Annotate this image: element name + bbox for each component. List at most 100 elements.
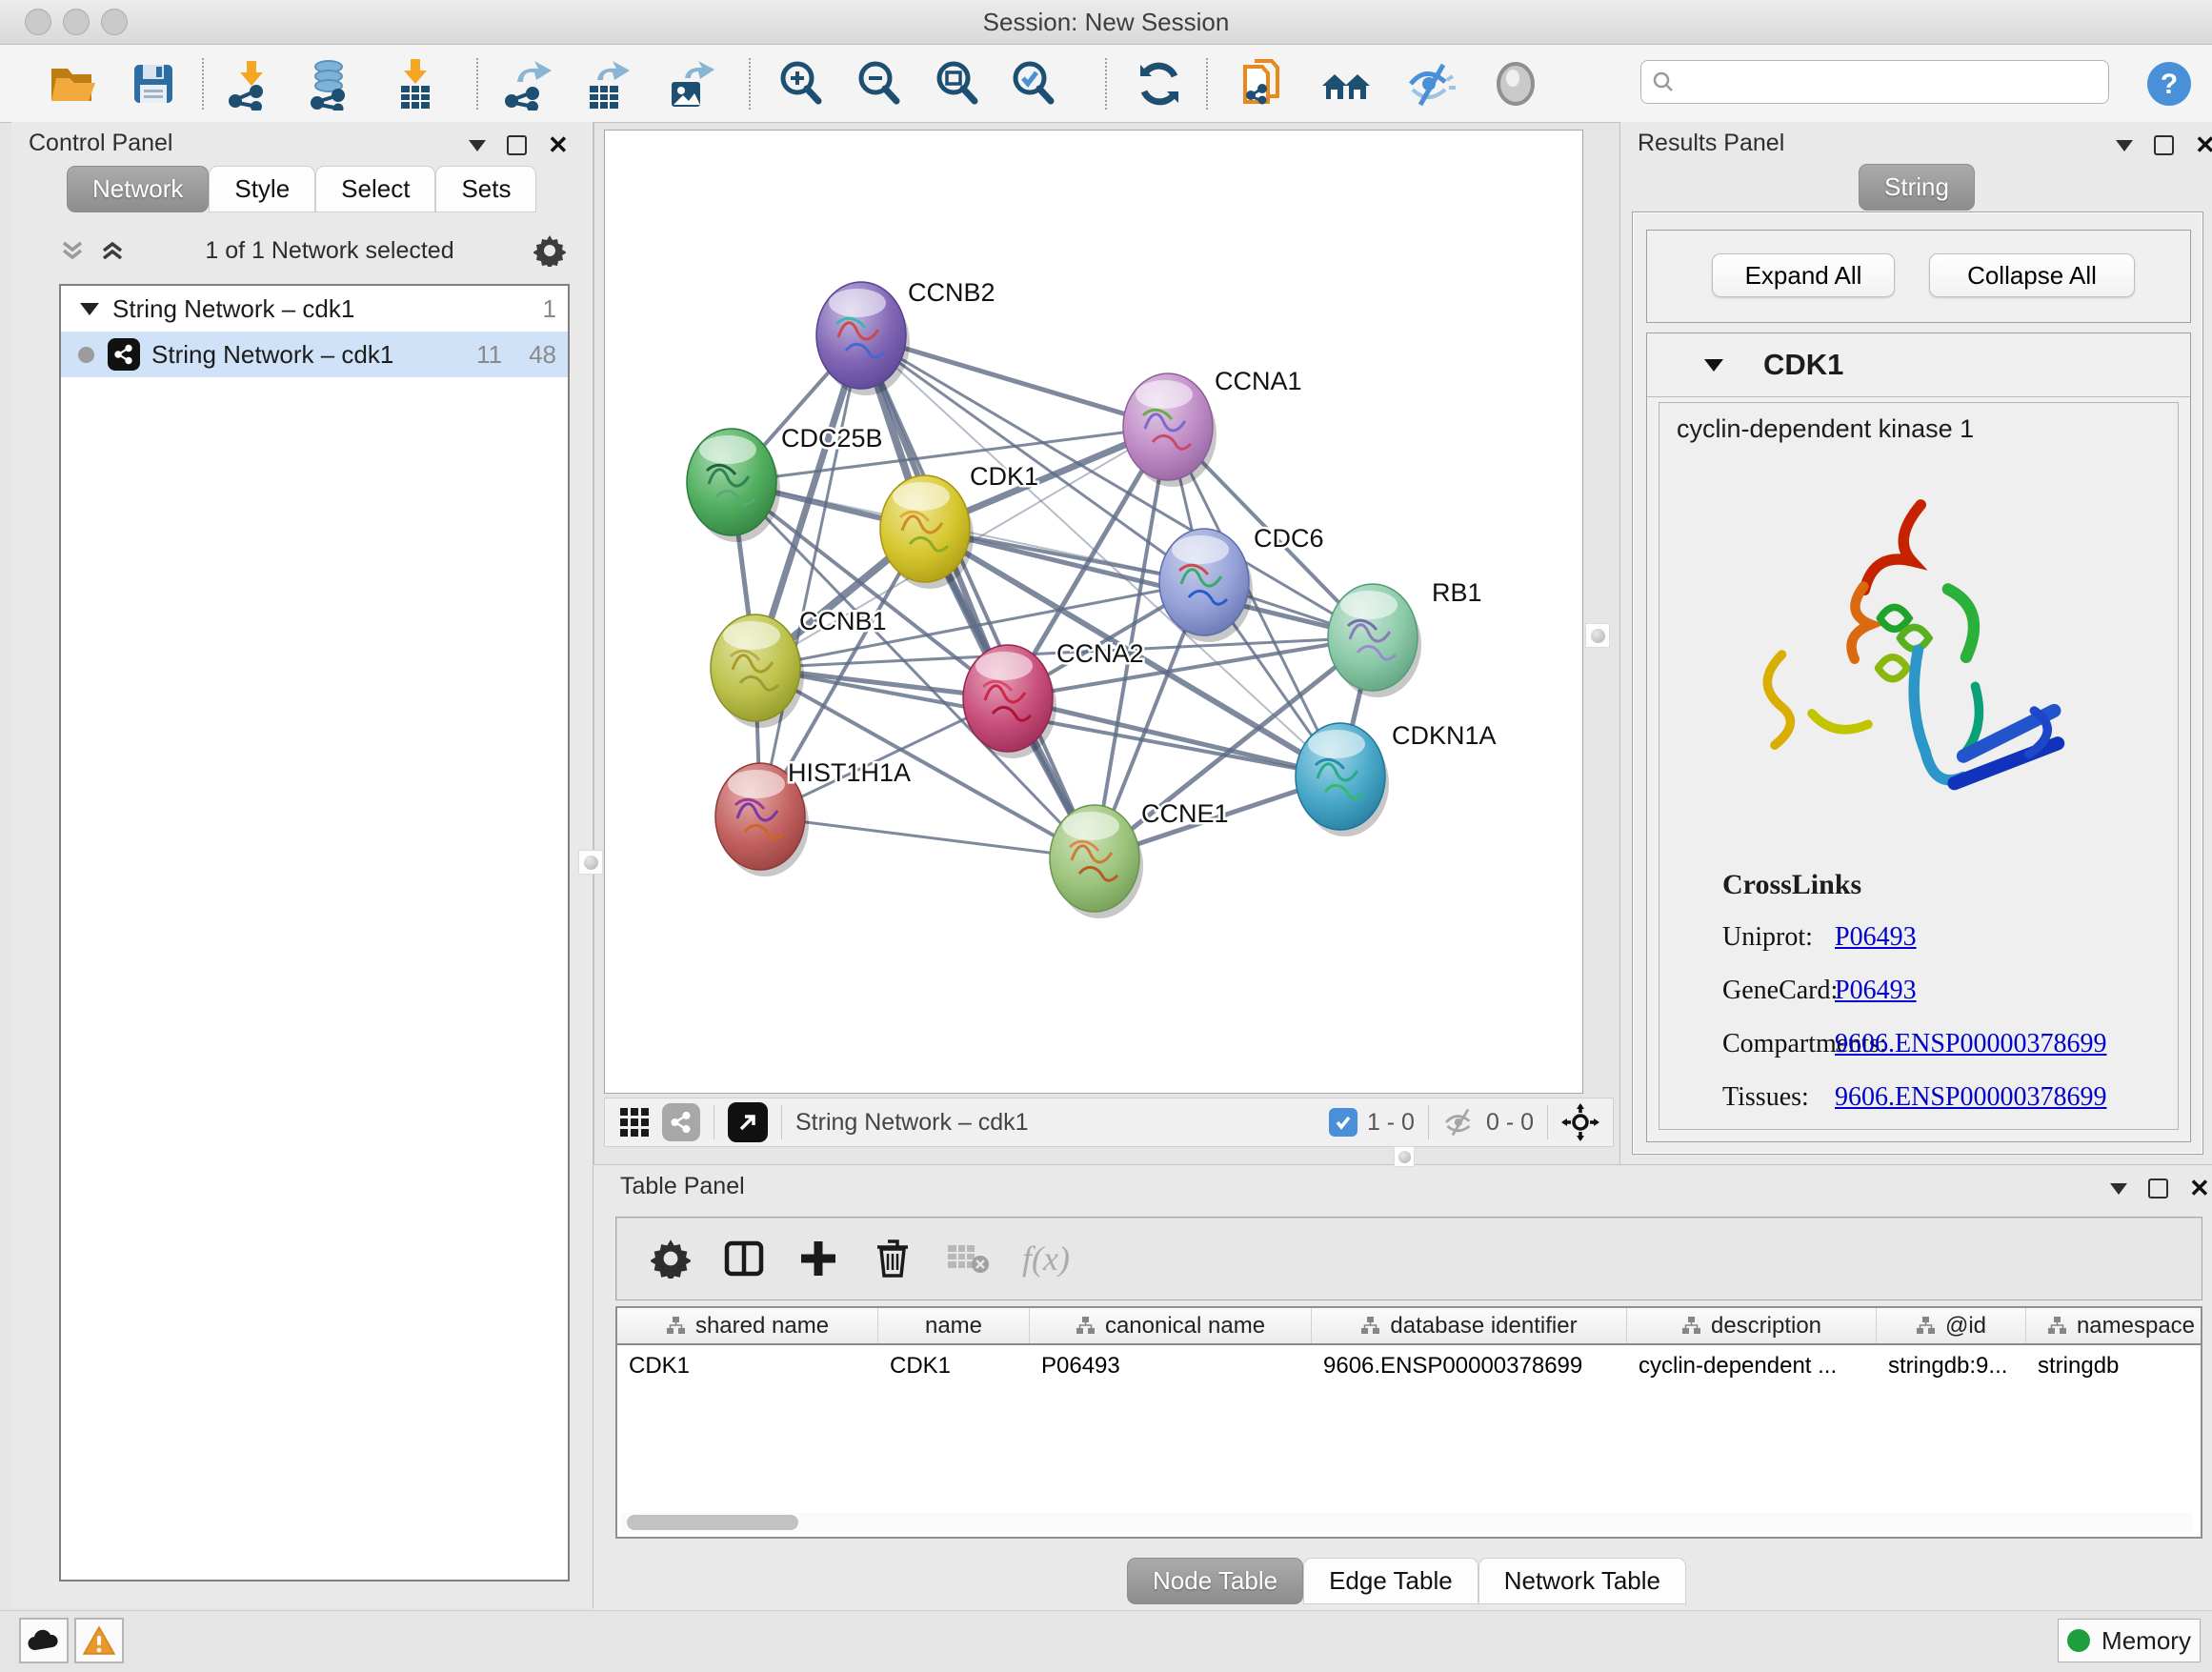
network-node-CCNA2[interactable]: CCNA2 [963,639,1144,758]
close-window-button[interactable] [25,9,51,35]
collapse-all-button[interactable]: Collapse All [1929,253,2135,297]
column-header-description[interactable]: description [1627,1308,1877,1343]
close-panel-icon[interactable]: ✕ [2189,1180,2210,1197]
tab-select[interactable]: Select [315,166,435,212]
network-node-CDKN1A[interactable]: CDKN1A [1296,721,1497,836]
network-node-HIST1H1A[interactable]: HIST1H1A [715,758,911,876]
network-edge[interactable] [1008,698,1340,776]
collapse-all-icon[interactable] [59,237,86,264]
crosslink-link[interactable]: P06493 [1835,922,1917,952]
network-canvas[interactable]: CCNB2CCNA1CDC25BCDK1CDC6RB1CCNB1CCNA2CDK… [604,130,1583,1094]
add-column-icon[interactable] [797,1238,839,1279]
zoom-window-button[interactable] [101,9,128,35]
open-file-icon[interactable] [44,56,99,111]
save-session-icon[interactable] [126,56,181,111]
tab-network-table[interactable]: Network Table [1478,1558,1686,1604]
table-settings-gear-icon[interactable] [651,1239,691,1279]
float-panel-icon[interactable] [2154,135,2174,155]
network-node-CCNA1[interactable]: CCNA1 [1123,367,1302,487]
float-panel-icon[interactable] [507,135,527,155]
import-network-file-icon[interactable] [223,56,278,111]
hidden-eye-icon[interactable] [1442,1108,1478,1137]
table-cell[interactable]: P06493 [1030,1345,1312,1387]
expand-all-button[interactable]: Expand All [1712,253,1895,297]
tab-node-table[interactable]: Node Table [1127,1558,1303,1604]
zoom-in-icon[interactable] [774,56,829,111]
help-icon[interactable]: ? [2142,56,2197,111]
crosslink-link[interactable]: 9606.ENSP00000378699 [1835,1082,2106,1112]
table-cell[interactable]: cyclin-dependent ... [1627,1345,1877,1387]
horizontal-scrollbar[interactable] [621,1513,2193,1532]
left-splitter-handle[interactable] [578,850,603,875]
delete-column-icon[interactable] [872,1238,914,1279]
table-cell[interactable]: stringdb:9... [1877,1345,2026,1387]
table-cell[interactable]: 9606.ENSP00000378699 [1312,1345,1627,1387]
collapse-panel-icon[interactable] [469,140,486,151]
collapse-panel-icon[interactable] [2110,1183,2127,1195]
scrollbar-thumb[interactable] [627,1515,798,1530]
close-panel-icon[interactable]: ✕ [2195,137,2212,153]
network-edge[interactable] [760,816,1095,858]
export-image-icon[interactable] [661,56,716,111]
table-cell[interactable]: stringdb [2026,1345,2212,1387]
table-cell[interactable]: CDK1 [878,1345,1030,1387]
column-header-name[interactable]: name [878,1308,1030,1343]
network-badge-icon[interactable] [662,1103,700,1141]
open-in-window-icon[interactable] [728,1102,768,1142]
export-network-icon[interactable] [499,56,554,111]
column-header-canonical-name[interactable]: canonical name [1030,1308,1312,1343]
network-node-CDK1[interactable]: CDK1 [880,462,1038,589]
tab-sets[interactable]: Sets [435,166,536,212]
protein-header-row[interactable]: CDK1 [1647,333,2190,397]
tab-string[interactable]: String [1859,164,1975,211]
search-input[interactable] [1676,68,2108,96]
table-cell[interactable]: CDK1 [617,1345,878,1387]
warning-button[interactable] [74,1618,124,1663]
import-table-file-icon[interactable] [387,56,442,111]
hide-details-eye-icon[interactable] [1404,56,1459,111]
tab-style[interactable]: Style [209,166,315,212]
function-builder-icon[interactable]: f(x) [1022,1239,1070,1279]
expand-all-icon[interactable] [99,237,126,264]
string-homes-icon[interactable] [1318,56,1374,111]
zoom-fit-icon[interactable] [930,56,985,111]
close-panel-icon[interactable]: ✕ [548,137,569,153]
memory-button[interactable]: Memory [2058,1619,2201,1662]
bottom-splitter-handle[interactable] [1394,1146,1415,1167]
crosslink-link[interactable]: 9606.ENSP00000378699 [1835,1029,2106,1058]
birdseye-icon[interactable] [1488,56,1543,111]
column-header-database-identifier[interactable]: database identifier [1312,1308,1627,1343]
minimize-window-button[interactable] [63,9,90,35]
column-header-@id[interactable]: @id [1877,1308,2026,1343]
delete-table-icon[interactable] [946,1239,990,1278]
column-header-shared-name[interactable]: shared name [617,1308,878,1343]
show-columns-icon[interactable] [723,1238,765,1279]
float-panel-icon[interactable] [2148,1178,2168,1199]
cloud-button[interactable] [19,1618,69,1663]
network-node-CCNE1[interactable]: CCNE1 [1050,799,1229,918]
network-node-RB1[interactable]: RB1 [1328,578,1482,697]
network-node-CCNB2[interactable]: CCNB2 [816,278,995,395]
crosshair-icon[interactable] [1561,1103,1599,1141]
tab-edge-table[interactable]: Edge Table [1303,1558,1478,1604]
refresh-icon[interactable] [1132,56,1187,111]
selected-checkbox-icon[interactable] [1329,1108,1357,1137]
string-document-icon[interactable] [1237,56,1292,111]
network-tree-item[interactable]: String Network – cdk1 11 48 [61,332,568,377]
tree-expand-icon[interactable] [80,303,99,315]
crosslink-link[interactable]: P06493 [1835,976,1917,1005]
network-tree-root[interactable]: String Network – cdk1 1 [61,286,568,332]
import-network-database-icon[interactable] [303,56,358,111]
overview-grid-icon[interactable] [618,1106,651,1138]
table-row[interactable]: CDK1CDK1P064939606.ENSP00000378699cyclin… [617,1345,2201,1387]
gear-icon[interactable] [533,234,566,267]
tab-network[interactable]: Network [67,166,209,212]
network-node-CCNB1[interactable]: CCNB1 [711,607,887,728]
right-splitter-handle[interactable] [1585,623,1610,648]
column-header-namespace[interactable]: namespace [2026,1308,2212,1343]
network-edge[interactable] [760,335,861,816]
zoom-selected-icon[interactable] [1006,56,1061,111]
collapse-protein-icon[interactable] [1704,359,1723,372]
collapse-panel-icon[interactable] [2116,140,2133,151]
export-table-icon[interactable] [577,56,633,111]
